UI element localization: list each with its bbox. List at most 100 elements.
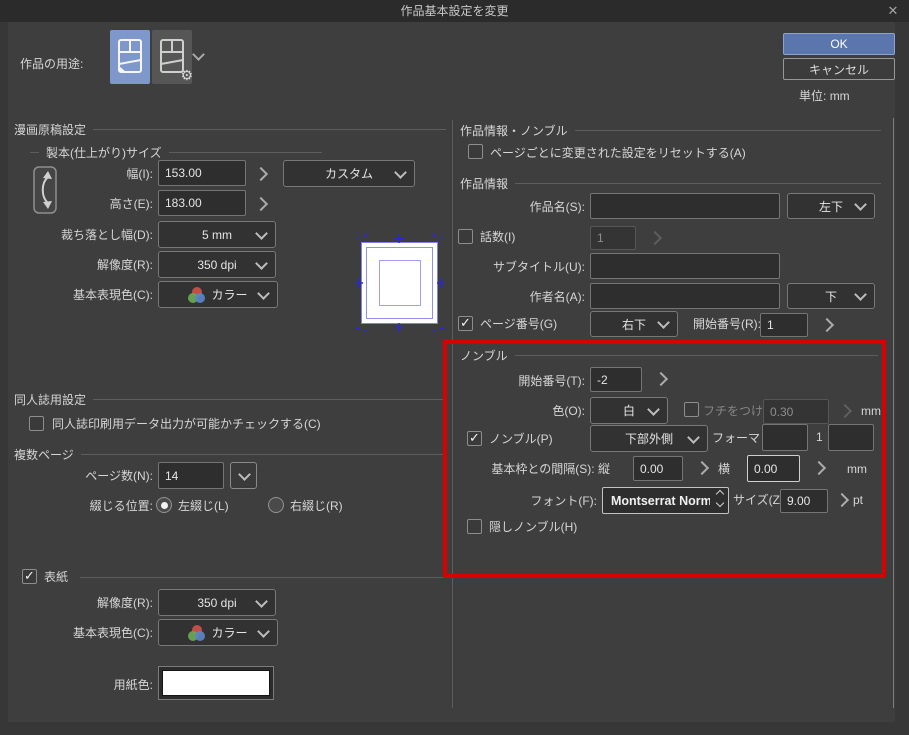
unit-label: 単位: mm	[799, 89, 850, 104]
color-mode-icon	[188, 625, 205, 641]
unit-value: mm	[830, 89, 850, 103]
nombre-edge-unit: mm	[861, 404, 881, 419]
nombre-format-sample: 1	[816, 430, 823, 445]
ok-button[interactable]: OK	[783, 33, 895, 55]
work-title-position-dropdown[interactable]: 左下	[787, 193, 875, 219]
episode-slider-arrow-icon	[648, 231, 662, 245]
chevron-down-icon	[854, 198, 867, 211]
nombre-start-input[interactable]: -2	[590, 367, 642, 392]
gap-vertical-input[interactable]: 0.00	[633, 456, 683, 481]
bind-left-label: 左綴じ(L)	[178, 499, 229, 514]
author-input[interactable]	[590, 283, 780, 309]
chevron-down-icon	[394, 166, 407, 179]
size-preset-dropdown[interactable]: カスタム	[283, 160, 415, 187]
width-slider-arrow-icon[interactable]	[254, 167, 268, 181]
gap-horizontal-input[interactable]: 0.00	[747, 455, 800, 482]
doujin-check-checkbox[interactable]	[29, 416, 44, 431]
hidden-nombre-checkbox[interactable]	[467, 519, 482, 534]
nombre-format-prefix-input[interactable]	[762, 424, 808, 451]
nombre-position-dropdown[interactable]: 下部外側	[590, 425, 708, 452]
page-number-start-input[interactable]: 1	[760, 313, 808, 337]
paper-color-swatch[interactable]	[158, 666, 274, 700]
color-mode-icon	[188, 287, 205, 303]
height-label: 高さ(E):	[20, 197, 153, 212]
resolution-dropdown[interactable]: 350 dpi	[158, 251, 276, 278]
nombre-format-suffix-input[interactable]	[828, 424, 874, 451]
gap-unit: mm	[847, 462, 867, 477]
nombre-size-unit: pt	[853, 493, 863, 508]
reset-settings-label: ページごとに変更された設定をリセットする(A)	[490, 146, 746, 161]
paper-color-label: 用紙色:	[20, 678, 153, 693]
nombre-size-input[interactable]: 9.00	[780, 489, 828, 513]
nombre-color-dropdown[interactable]: 白	[590, 397, 668, 424]
episode-checkbox[interactable]	[458, 229, 473, 244]
usage-comic-button[interactable]	[110, 30, 150, 84]
cover-color-dropdown[interactable]: カラー	[158, 619, 278, 646]
chevron-down-icon	[255, 595, 268, 608]
check-icon: ✓	[469, 431, 480, 444]
spinner-icons[interactable]	[717, 491, 723, 506]
chevron-down-icon	[255, 257, 268, 270]
gap-vertical-label: 縦	[598, 462, 610, 476]
bind-right-radio[interactable]	[268, 497, 284, 513]
basic-color-dropdown[interactable]: カラー	[158, 281, 278, 308]
hidden-nombre-label: 隠しノンブル(H)	[489, 520, 577, 535]
chevron-down-icon	[687, 431, 700, 444]
width-label: 幅(I):	[20, 167, 153, 182]
comic-page-icon	[117, 38, 143, 76]
cover-group-label: 表紙	[44, 570, 68, 585]
cancel-button[interactable]: キャンセル	[783, 58, 895, 80]
page-count-dropdown-button[interactable]	[230, 462, 257, 489]
page-number-start-slider-arrow-icon[interactable]	[820, 318, 834, 332]
pages-group-header: 複数ページ	[14, 446, 446, 463]
page-preview	[356, 234, 444, 332]
nombre-enable-label: ノンブル(P)	[489, 432, 553, 447]
close-icon[interactable]: ✕	[885, 3, 901, 19]
bind-right-label: 右綴じ(R)	[290, 499, 343, 514]
author-position-dropdown[interactable]: 下	[787, 283, 875, 309]
episode-label: 話数(I)	[480, 230, 515, 245]
resolution-label: 解像度(R):	[20, 258, 153, 273]
chevron-down-icon	[255, 227, 268, 240]
chevron-down-icon	[257, 625, 270, 638]
page-number-position-dropdown[interactable]: 右下	[590, 311, 678, 337]
gap-horizontal-label: 横	[718, 462, 730, 477]
reset-settings-checkbox[interactable]	[468, 144, 483, 159]
left-frame	[0, 22, 8, 722]
subtitle-input[interactable]	[590, 253, 780, 279]
gear-icon: ⚙	[180, 67, 193, 84]
bind-left-radio[interactable]	[156, 497, 172, 513]
manga-group-header: 漫画原稿設定	[14, 121, 446, 138]
work-info-group-header: 作品情報	[460, 175, 881, 192]
usage-dropdown-chevron-icon[interactable]	[192, 48, 205, 61]
nombre-color-label: 色(O):	[460, 404, 585, 419]
page-count-input[interactable]: 14	[158, 462, 224, 489]
cover-checkbox[interactable]: ✓	[22, 569, 37, 584]
page-number-checkbox[interactable]: ✓	[458, 316, 473, 331]
nombre-font-label: フォント(F):	[460, 494, 597, 509]
cover-color-label: 基本表現色(C):	[20, 626, 153, 641]
work-title-input[interactable]	[590, 193, 780, 219]
nombre-edge-input: 0.30	[763, 399, 829, 424]
page-number-start-label: 開始番号(R):	[693, 317, 761, 332]
nombre-gap-label: 基本枠との間隔(S): 縦	[460, 462, 610, 477]
binding-size-group-header: 製本(仕上がり)サイズ	[30, 144, 322, 161]
nombre-enable-checkbox[interactable]: ✓	[467, 431, 482, 446]
chevron-down-icon	[854, 288, 867, 301]
height-input[interactable]: 183.00	[158, 190, 246, 216]
cover-resolution-dropdown[interactable]: 350 dpi	[158, 589, 276, 616]
usage-label: 作品の用途:	[20, 57, 83, 72]
title-bar: 作品基本設定を変更 ✕	[0, 0, 909, 22]
nombre-edge-checkbox[interactable]	[684, 402, 699, 417]
change-basic-work-settings-dialog: 作品基本設定を変更 ✕ 作品の用途: ⚙ OK キャンセル 単位: mm 漫画	[0, 0, 909, 735]
chevron-down-icon	[657, 316, 670, 329]
height-slider-arrow-icon[interactable]	[254, 197, 268, 211]
chevron-down-icon	[257, 287, 270, 300]
cover-resolution-label: 解像度(R):	[20, 596, 153, 611]
usage-show-all-settings-button[interactable]: ⚙	[152, 30, 192, 84]
nombre-font-combo[interactable]: Montserrat Normal	[602, 487, 729, 514]
width-input[interactable]: 153.00	[158, 160, 246, 186]
bleed-dropdown[interactable]: 5 mm	[158, 221, 276, 248]
page-count-label: ページ数(N):	[20, 469, 153, 484]
doujin-group-header: 同人誌用設定	[14, 391, 446, 408]
